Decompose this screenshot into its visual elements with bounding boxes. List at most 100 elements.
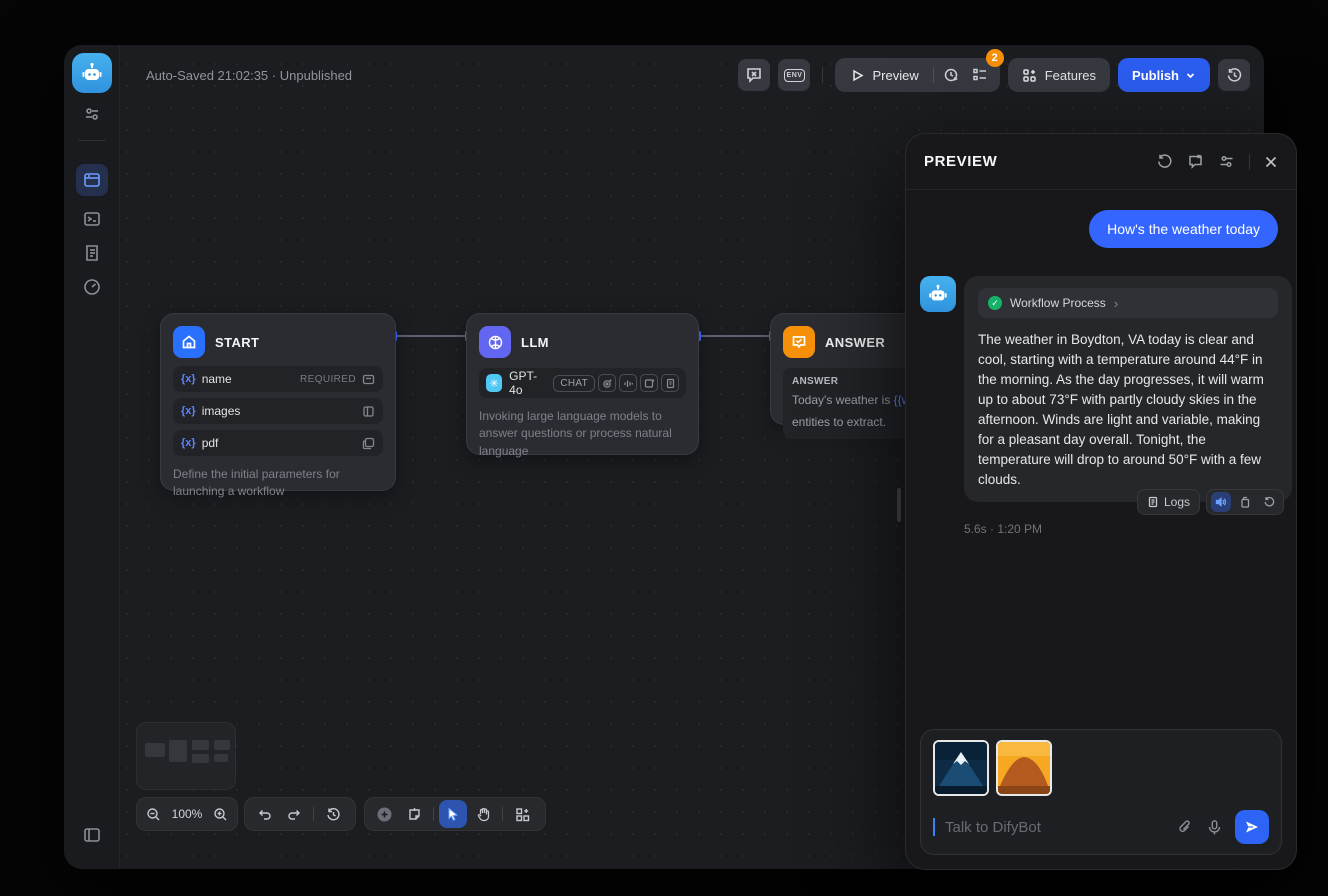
sidebar: [64, 45, 120, 869]
sidebar-item-api[interactable]: [76, 203, 108, 235]
workflow-settings-icon[interactable]: [80, 102, 104, 126]
chevron-right-icon: ›: [1114, 296, 1118, 311]
canvas-scrollbar[interactable]: [897, 488, 901, 522]
env-label: ENV: [784, 69, 806, 82]
run-history-icon[interactable]: [938, 61, 966, 89]
microphone-icon[interactable]: [1206, 819, 1223, 836]
autosave-status: Auto-Saved 21:02:35 · Unpublished: [146, 68, 352, 83]
bot-message-meta: 5.6s · 1:20 PM: [964, 522, 1292, 536]
document-capability-icon: [661, 374, 679, 392]
collapse-panel-icon[interactable]: [80, 823, 104, 847]
node-llm[interactable]: LLM ✳ GPT-4o CHAT Invoking large languag…: [466, 313, 699, 455]
file-type-icon: [362, 437, 375, 450]
openai-icon: ✳: [486, 374, 502, 392]
chat-area: How's the weather today ✓ Workflow Proce…: [906, 190, 1296, 869]
sidebar-divider: [78, 140, 106, 141]
organize-nodes-button[interactable]: [508, 800, 536, 828]
toolbar-divider: [313, 807, 314, 821]
attachment-image-mountain-night[interactable]: [933, 740, 989, 796]
start-field-images[interactable]: {x} images: [173, 398, 383, 424]
logs-button[interactable]: Logs: [1137, 489, 1200, 515]
hand-tool-button[interactable]: [469, 800, 497, 828]
success-check-icon: ✓: [988, 296, 1002, 310]
version-history-button[interactable]: [1218, 59, 1250, 91]
model-name: GPT-4o: [509, 369, 546, 397]
redo-button[interactable]: [280, 800, 308, 828]
preview-title: PREVIEW: [924, 153, 997, 170]
node-description: Define the initial parameters for launch…: [173, 466, 383, 501]
chat-input[interactable]: [945, 819, 1167, 836]
text-input-type-icon: [362, 373, 375, 386]
bot-avatar: [920, 276, 956, 312]
zoom-toolbar: 100%: [136, 797, 238, 831]
pointer-tool-button[interactable]: [439, 800, 467, 828]
play-icon: [851, 69, 864, 82]
add-node-button[interactable]: [370, 800, 398, 828]
preview-header: PREVIEW: [906, 134, 1296, 190]
llm-brain-icon: [479, 326, 511, 358]
env-variables-button[interactable]: ENV: [778, 59, 810, 91]
node-title: START: [215, 335, 259, 350]
start-field-name[interactable]: {x} name REQUIRED: [173, 366, 383, 392]
settings-sliders-icon[interactable]: [1218, 153, 1235, 170]
chat-debug-button[interactable]: [738, 59, 770, 91]
vision-capability-icon: [598, 374, 616, 392]
workflow-process-toggle[interactable]: ✓ Workflow Process ›: [978, 288, 1278, 318]
sidebar-item-logs[interactable]: [76, 237, 108, 269]
header-divider: [1249, 154, 1250, 170]
add-note-button[interactable]: [400, 800, 428, 828]
bot-message-card: ✓ Workflow Process › The weather in Boyd…: [964, 276, 1292, 502]
sidebar-item-monitoring[interactable]: [76, 271, 108, 303]
attached-images: [933, 740, 1269, 796]
copy-icon[interactable]: [1235, 492, 1255, 512]
composer-row: [933, 810, 1269, 844]
image-capability-icon: [640, 374, 658, 392]
chat-mode-badge: CHAT: [553, 375, 595, 392]
bot-message-actions: Logs: [1137, 489, 1284, 515]
composer: [920, 729, 1282, 855]
bot-message-text: The weather in Boydton, VA today is clea…: [978, 330, 1278, 490]
sidebar-item-orchestrate[interactable]: [76, 164, 108, 196]
minimap[interactable]: [136, 722, 236, 790]
regenerate-icon[interactable]: [1259, 492, 1279, 512]
zoom-in-button[interactable]: [208, 800, 232, 828]
publish-button[interactable]: Publish: [1118, 58, 1210, 92]
start-field-pdf[interactable]: {x} pdf: [173, 430, 383, 456]
chat-debug-icon[interactable]: [1187, 153, 1204, 170]
checklist-badge: 2: [986, 49, 1004, 67]
speaker-icon[interactable]: [1211, 492, 1231, 512]
nodes-toolbar: [364, 797, 546, 831]
preview-run-button[interactable]: Preview: [841, 68, 928, 83]
features-button[interactable]: Features: [1008, 58, 1110, 92]
chevron-down-icon: [1185, 70, 1196, 81]
node-start[interactable]: START {x} name REQUIRED {x} images {x} p…: [160, 313, 396, 491]
answer-bubble-check-icon: [783, 326, 815, 358]
text-caret: [933, 818, 935, 836]
run-group: Preview 2: [835, 58, 999, 92]
user-message-bubble: How's the weather today: [1089, 210, 1278, 248]
attachment-image-mountain-sunset[interactable]: [996, 740, 1052, 796]
zoom-out-button[interactable]: [142, 800, 166, 828]
undo-button[interactable]: [250, 800, 278, 828]
zoom-level[interactable]: 100%: [168, 807, 207, 821]
home-icon: [173, 326, 205, 358]
restart-conversation-icon[interactable]: [1156, 153, 1173, 170]
edge-start-llm: [396, 335, 466, 337]
attachment-paperclip-icon[interactable]: [1177, 819, 1194, 836]
app-logo-robot-icon[interactable]: [72, 53, 112, 93]
node-description: Invoking large language models to answer…: [479, 408, 686, 460]
close-icon[interactable]: [1264, 155, 1278, 169]
llm-model-row[interactable]: ✳ GPT-4o CHAT: [479, 368, 686, 398]
run-group-divider: [933, 67, 934, 83]
node-title: LLM: [521, 335, 549, 350]
topbar-divider: [822, 67, 823, 83]
user-message-row: How's the weather today: [920, 210, 1282, 248]
logs-icon: [1147, 496, 1159, 508]
bot-message-row: ✓ Workflow Process › The weather in Boyd…: [920, 276, 1282, 536]
undo-toolbar: [244, 797, 356, 831]
audio-capability-icon: [619, 374, 637, 392]
send-button[interactable]: [1235, 810, 1269, 844]
history-button[interactable]: [319, 800, 347, 828]
topbar: Auto-Saved 21:02:35 · Unpublished ENV Pr…: [120, 45, 1264, 105]
image-type-icon: [362, 405, 375, 418]
